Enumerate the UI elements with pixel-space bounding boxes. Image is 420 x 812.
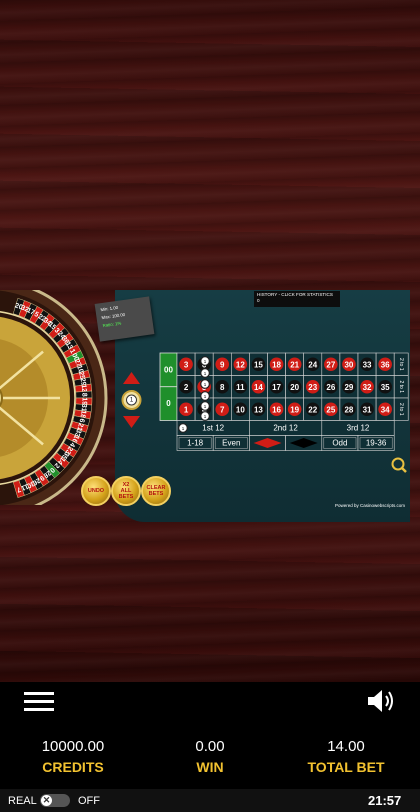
- x-icon: ✕: [41, 795, 52, 806]
- total-bet-value: 14.00: [327, 738, 365, 755]
- number-label: 32: [363, 383, 372, 392]
- clear-label: CLEAR BETS: [146, 485, 166, 497]
- win-label: WIN: [196, 759, 224, 775]
- number-label: 29: [344, 383, 353, 392]
- number-label: 18: [272, 360, 281, 369]
- number-label: 17: [272, 383, 281, 392]
- real-label: REAL: [8, 795, 37, 807]
- number-label: 31: [363, 405, 372, 414]
- menu-icon[interactable]: [24, 692, 54, 712]
- off-label: OFF: [78, 795, 100, 807]
- search-icon-handle: [401, 467, 407, 473]
- number-label: 26: [326, 383, 335, 392]
- dozen-bet-label: 1st 12: [202, 424, 224, 433]
- clock: 21:57: [368, 793, 402, 808]
- number-label: 28: [344, 405, 353, 414]
- column-bet-label: 2 to 1: [398, 403, 404, 416]
- number-label: 23: [308, 383, 317, 392]
- outside-bet-label: 19-36: [366, 439, 387, 448]
- real-play-toggle[interactable]: ✕: [40, 794, 70, 807]
- number-label: 34: [381, 405, 390, 414]
- number-label: 19: [290, 405, 299, 414]
- total-bet-label: TOTAL BET: [307, 759, 385, 775]
- credits-value: 10000.00: [41, 738, 105, 755]
- number-label: 22: [308, 405, 317, 414]
- number-label: 9: [220, 360, 225, 369]
- number-label: 3: [184, 360, 189, 369]
- dozen-bet-label: 2nd 12: [273, 424, 298, 433]
- zero-label: 00: [164, 365, 173, 374]
- number-label: 8: [220, 383, 225, 392]
- number-label: 36: [381, 360, 390, 369]
- x2-label: X2 ALL BETS: [118, 482, 134, 500]
- number-label: 2: [184, 383, 189, 392]
- number-label: 30: [344, 360, 353, 369]
- number-label: 27: [326, 360, 335, 369]
- history-title: HISTORY - CLICK FOR STATISTICS: [257, 292, 333, 297]
- outside-bet-label: Even: [222, 439, 240, 448]
- betting-table: 0003691215182124273033362581114172023262…: [121, 352, 409, 508]
- speaker-icon[interactable]: [366, 688, 396, 714]
- number-label: 15: [254, 360, 263, 369]
- number-label: 13: [254, 405, 263, 414]
- number-label: 20: [290, 383, 299, 392]
- win-value: 0.00: [195, 738, 225, 755]
- history-value: 0: [257, 298, 260, 303]
- outside-bet-label: 1-18: [187, 439, 204, 448]
- dozen-bet-label: 3rd 12: [347, 424, 370, 433]
- number-label: 35: [381, 383, 390, 392]
- clear-bets-button[interactable]: CLEAR BETS: [141, 476, 171, 506]
- zero-label: 0: [166, 399, 171, 408]
- number-label: 24: [308, 360, 317, 369]
- chip-down-arrow[interactable]: [123, 416, 140, 428]
- roulette-game: 20 32 17 5 22 34 15 3 24 36 13 1 00 27 10 25 29 12 8 19 31 18…: [0, 290, 410, 522]
- search-icon[interactable]: [391, 457, 405, 471]
- number-label: 33: [363, 360, 372, 369]
- number-label: 1: [184, 405, 189, 414]
- chip-up-arrow[interactable]: [123, 372, 140, 384]
- powered-by-text: Powered by Casinowebscripts.com: [335, 503, 405, 508]
- credits-label: CREDITS: [42, 759, 104, 775]
- number-label: 12: [236, 360, 245, 369]
- column-bet-label: 2 to 1: [398, 380, 404, 393]
- number-label: 16: [272, 405, 281, 414]
- number-label: 11: [236, 383, 245, 392]
- number-label: 25: [326, 405, 335, 414]
- column-bet-label: 2 to 1: [398, 358, 404, 371]
- number-label: 7: [220, 405, 225, 414]
- undo-button[interactable]: UNDO: [81, 476, 111, 506]
- history-panel[interactable]: HISTORY - CLICK FOR STATISTICS 0: [254, 291, 340, 307]
- number-label: 10: [236, 405, 245, 414]
- undo-label: UNDO: [87, 488, 105, 494]
- outside-bet-label: Odd: [332, 439, 347, 448]
- number-label: 21: [290, 360, 299, 369]
- number-label: 14: [254, 383, 263, 392]
- double-all-bets-button[interactable]: X2 ALL BETS: [111, 476, 141, 506]
- bet-limits-card: Min: 1.00 Max: 100.00 Ratio: 1%: [94, 296, 155, 342]
